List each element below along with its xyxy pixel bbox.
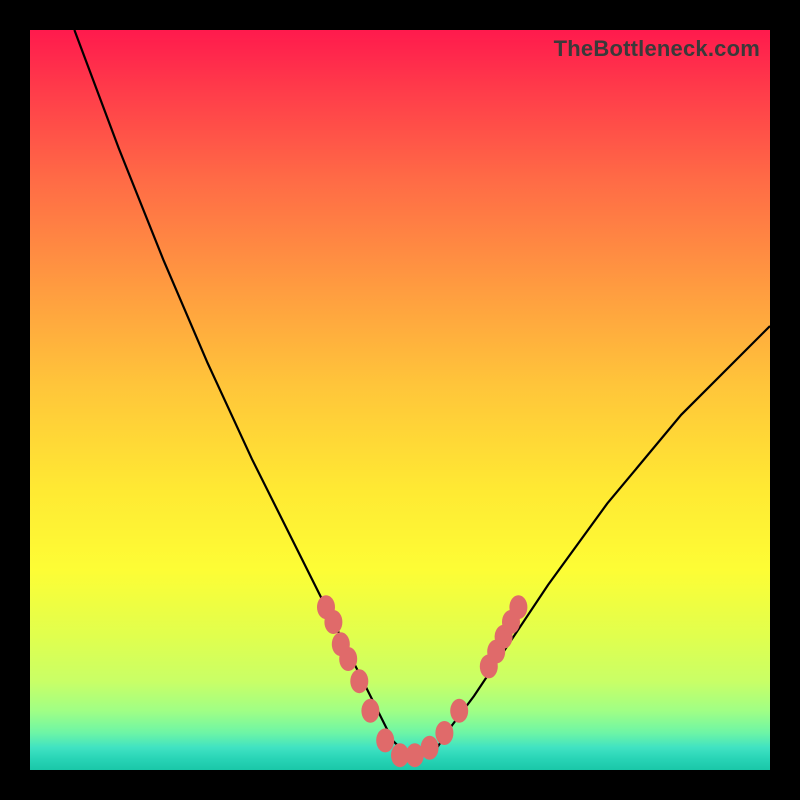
marker-dot (361, 699, 379, 723)
marker-dot (324, 610, 342, 634)
marker-dot (339, 647, 357, 671)
marker-dot (450, 699, 468, 723)
marker-dot (376, 728, 394, 752)
marker-dot (435, 721, 453, 745)
chart-svg (30, 30, 770, 770)
bottleneck-curve (74, 30, 770, 755)
marker-dot (509, 595, 527, 619)
marker-dot (421, 736, 439, 760)
marker-dot (350, 669, 368, 693)
plot-area: TheBottleneck.com (30, 30, 770, 770)
marker-group (317, 595, 527, 767)
